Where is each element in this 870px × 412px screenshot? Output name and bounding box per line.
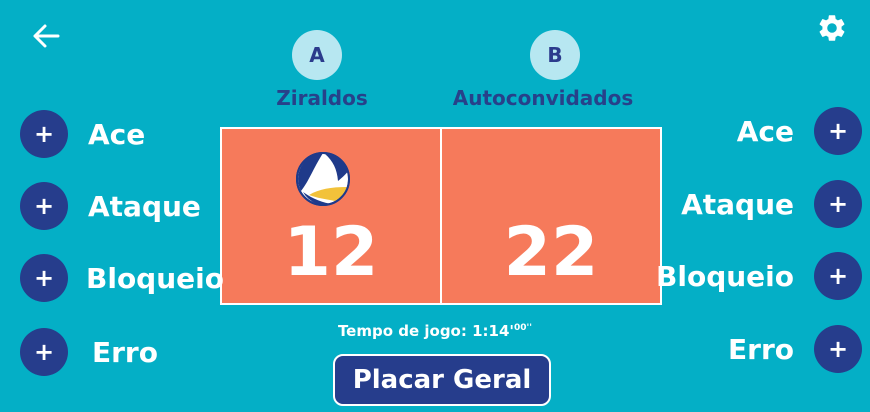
volleyball-icon [296, 152, 350, 206]
team-b-badge: B [530, 30, 580, 80]
team-a-court[interactable]: 12 [222, 129, 440, 303]
plus-icon: + [827, 262, 849, 290]
gear-icon [819, 15, 845, 41]
plus-icon: + [33, 264, 55, 292]
arrow-left-icon [33, 24, 60, 48]
team-a-ataque-label: Ataque [88, 189, 201, 223]
team-a-ataque-add-button[interactable]: + [20, 182, 68, 230]
plus-icon: + [33, 338, 55, 366]
plus-icon: + [33, 120, 55, 148]
game-time-label: Tempo de jogo: 1:14' [337, 322, 514, 340]
team-b-ataque-label: Ataque [681, 187, 794, 221]
plus-icon: + [827, 117, 849, 145]
plus-icon: + [827, 190, 849, 218]
team-b-bloqueio-row: + Bloqueio [656, 252, 862, 300]
team-a-bloqueio-label: Bloqueio [86, 261, 224, 295]
team-b-bloqueio-add-button[interactable]: + [814, 252, 862, 300]
back-button[interactable] [28, 20, 64, 52]
court: 12 22 [220, 127, 662, 305]
team-a-score: 12 [283, 213, 379, 292]
placar-geral-button[interactable]: Placar Geral [333, 354, 551, 406]
game-time-seconds: 00'' [514, 323, 533, 333]
team-b-ace-add-button[interactable]: + [814, 107, 862, 155]
team-b-ataque-add-button[interactable]: + [814, 180, 862, 228]
game-time: Tempo de jogo: 1:14'00'' [0, 322, 870, 340]
team-b-ace-label: Ace [736, 114, 794, 148]
team-a-ace-add-button[interactable]: + [20, 110, 68, 158]
team-b-ataque-row: + Ataque [681, 180, 862, 228]
team-a-ataque-row: + Ataque [20, 182, 201, 230]
team-a-badge: A [292, 30, 342, 80]
team-a-ace-row: + Ace [20, 110, 145, 158]
team-a-erro-label: Erro [92, 335, 158, 369]
team-b-bloqueio-label: Bloqueio [656, 259, 794, 293]
team-a-bloqueio-row: + Bloqueio [20, 254, 224, 302]
team-b-score: 22 [503, 213, 599, 292]
team-b-court[interactable]: 22 [440, 129, 660, 303]
plus-icon: + [33, 192, 55, 220]
team-a-ace-label: Ace [88, 117, 146, 151]
team-b-name: Autoconvidados [452, 86, 634, 110]
settings-button[interactable] [814, 10, 850, 46]
team-b-ace-row: + Ace [737, 107, 862, 155]
team-a-bloqueio-add-button[interactable]: + [20, 254, 68, 302]
team-a-name: Ziraldos [276, 86, 368, 110]
